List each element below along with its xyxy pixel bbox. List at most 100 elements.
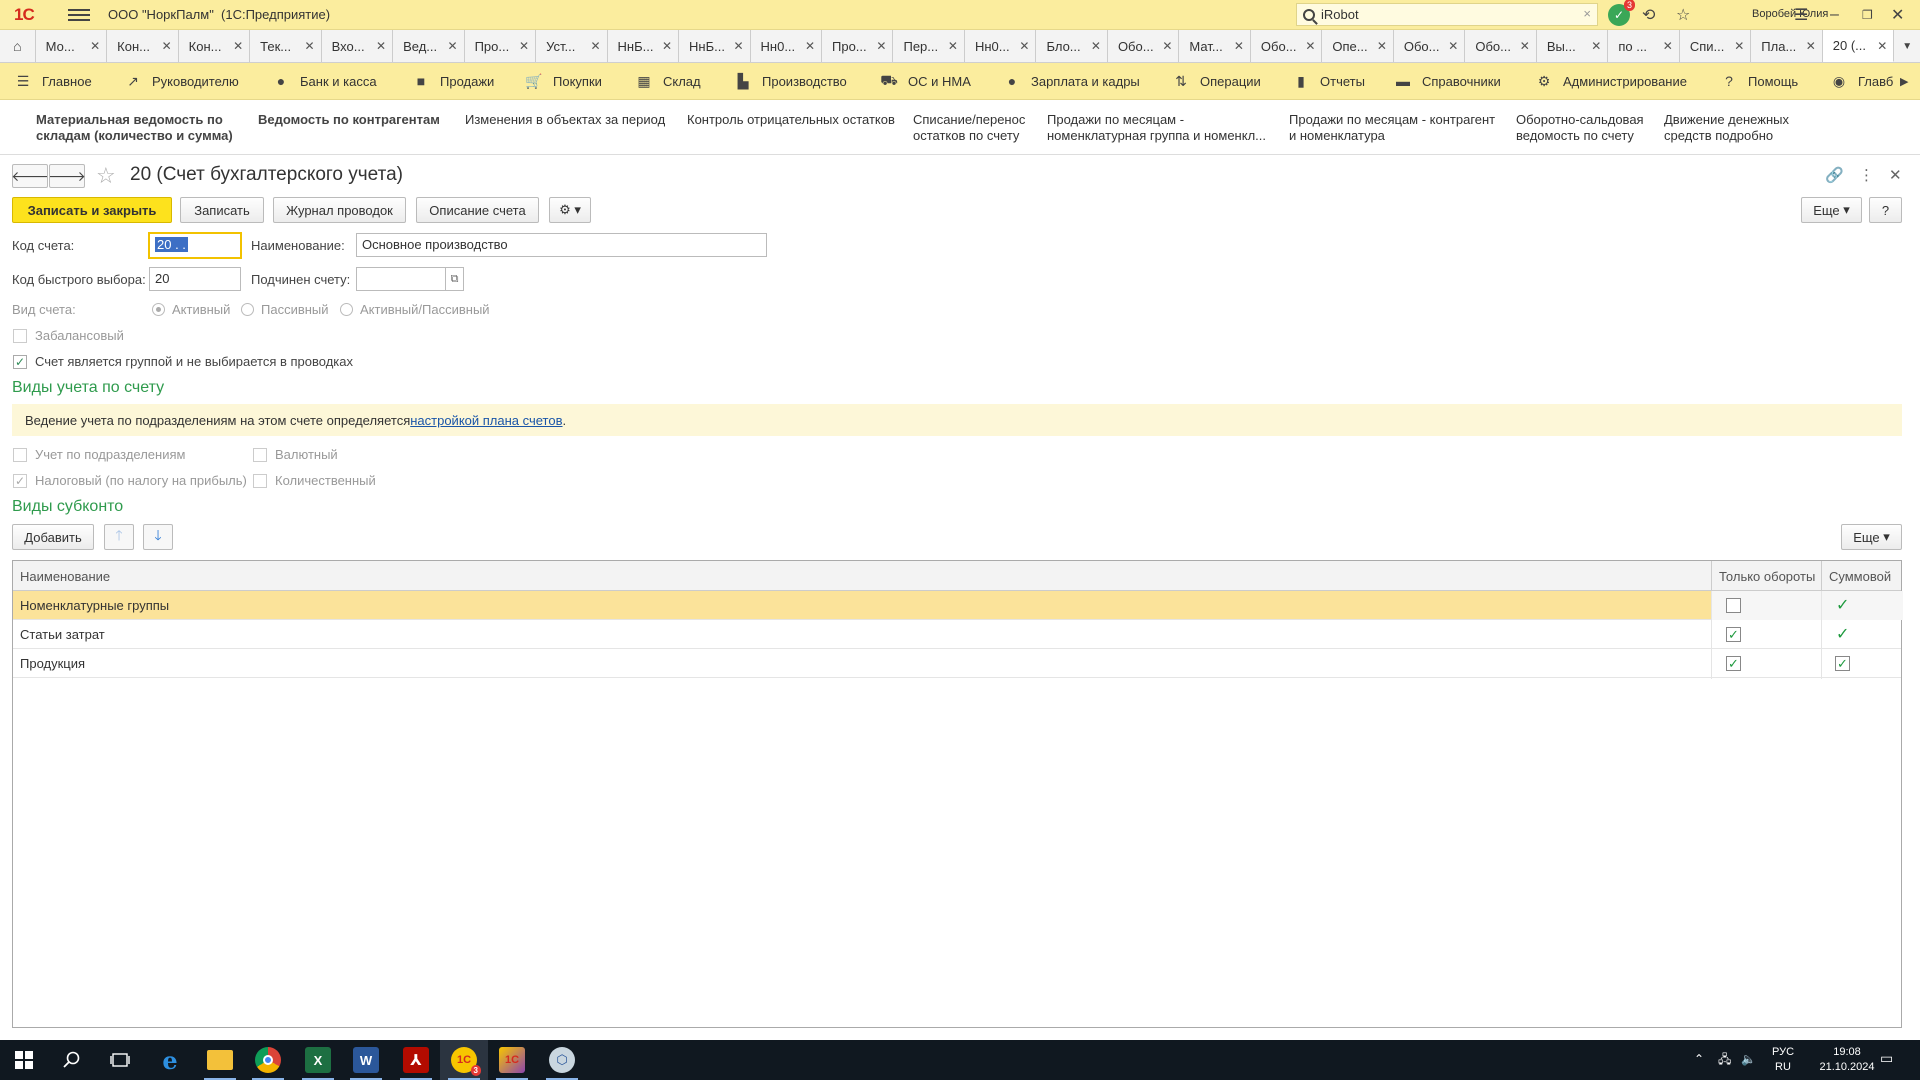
chart-settings-link[interactable]: настройкой плана счетов — [410, 413, 562, 428]
add-button[interactable]: Добавить — [12, 524, 94, 550]
section-gear[interactable]: ⚙ Администрирование — [1535, 73, 1687, 90]
close-tab-icon[interactable]: ✕ — [1377, 39, 1387, 53]
column-sum[interactable]: Суммовой — [1821, 561, 1903, 591]
window-tab[interactable]: Вхо... ✕ — [322, 30, 394, 62]
window-tab[interactable]: Обо... ✕ — [1394, 30, 1466, 62]
cmd-sales-nomenclature-group[interactable]: Продажи по месяцам - номенклатурная груп… — [1047, 112, 1272, 144]
close-tab-icon[interactable]: ✕ — [519, 39, 529, 53]
close-tab-icon[interactable]: ✕ — [1019, 39, 1029, 53]
currency-checkbox[interactable]: Валютный — [253, 447, 338, 462]
close-tab-icon[interactable]: ✕ — [448, 39, 458, 53]
cmd-material-statement[interactable]: Материальная ведомость по складам (колич… — [36, 112, 241, 144]
window-tab[interactable]: Про... ✕ — [465, 30, 537, 62]
close-tab-icon[interactable]: ✕ — [1877, 39, 1887, 53]
close-tab-icon[interactable]: ✕ — [1806, 39, 1816, 53]
section-trend[interactable]: ↗ Руководителю — [124, 73, 239, 90]
radio-active[interactable]: Активный — [152, 302, 230, 317]
close-tab-icon[interactable]: ✕ — [805, 39, 815, 53]
close-tab-icon[interactable]: ✕ — [1734, 39, 1744, 53]
window-tab[interactable]: Вы... ✕ — [1537, 30, 1609, 62]
window-tab[interactable]: Опе... ✕ — [1322, 30, 1394, 62]
section-ops[interactable]: ⇅ Операции — [1172, 73, 1261, 90]
window-tab[interactable]: Пла... ✕ — [1751, 30, 1823, 62]
forward-button[interactable]: 🡒 — [48, 164, 86, 188]
section-coin[interactable]: ● Банк и касса — [272, 73, 377, 89]
tray-chevron-icon[interactable]: ⌃ — [1694, 1052, 1704, 1067]
move-down-icon[interactable]: 🡓 — [143, 524, 173, 550]
close-tab-icon[interactable]: ✕ — [1591, 39, 1601, 53]
window-tab[interactable]: Вед... ✕ — [393, 30, 465, 62]
chrome-icon[interactable] — [244, 1040, 292, 1080]
close-tab-icon[interactable]: ✕ — [1448, 39, 1458, 53]
table-row[interactable]: Продукция ✓ ✓ — [13, 649, 1901, 678]
window-tab[interactable]: Кон... ✕ — [179, 30, 251, 62]
cmd-object-changes[interactable]: Изменения в объектах за период — [465, 112, 665, 128]
is-group-checkbox[interactable]: ✓ Счет является группой и не выбирается в… — [13, 354, 353, 369]
close-form-icon[interactable]: ✕ — [1889, 166, 1902, 184]
quick-code-field[interactable]: 20 — [149, 267, 241, 291]
close-window-icon[interactable]: ✕ — [1891, 4, 1904, 26]
favorite-star-icon[interactable]: ☆ — [96, 163, 116, 189]
close-tab-icon[interactable]: ✕ — [590, 39, 600, 53]
cmd-negative-balance[interactable]: Контроль отрицательных остатков — [687, 112, 895, 128]
cmd-writeoff-balance[interactable]: Списание/перенос остатков по счету — [913, 112, 1033, 144]
language-indicator[interactable]: РУС RU — [1768, 1045, 1798, 1075]
sections-scroll-icon[interactable]: ▶ — [1900, 75, 1908, 88]
acrobat-icon[interactable]: ⅄ — [392, 1040, 440, 1080]
more-button[interactable]: Еще ▾ — [1801, 197, 1862, 223]
history-icon[interactable]: ⟲ — [1642, 4, 1655, 26]
section-bar-chart[interactable]: ▮ Отчеты — [1292, 73, 1365, 90]
cmd-cash-flow[interactable]: Движение денежных средств подробно — [1664, 112, 1804, 144]
save-button[interactable]: Записать — [180, 197, 264, 223]
sum-checkmark-icon[interactable]: ✓ — [1836, 595, 1849, 615]
window-tab[interactable]: Кон... ✕ — [107, 30, 179, 62]
window-tab[interactable]: НнБ... ✕ — [608, 30, 680, 62]
restore-icon[interactable]: ❐ — [1862, 4, 1873, 26]
taskbar-search-icon[interactable] — [48, 1040, 96, 1080]
journal-button[interactable]: Журнал проводок — [273, 197, 406, 223]
notifications-button[interactable]: ✓ 3 — [1608, 0, 1635, 26]
close-tab-icon[interactable]: ✕ — [948, 39, 958, 53]
start-button[interactable] — [0, 1040, 48, 1080]
help-button[interactable]: ? — [1869, 197, 1902, 223]
turnover-only-checkbox[interactable]: ✓ — [1726, 656, 1741, 671]
file-explorer-icon[interactable] — [196, 1040, 244, 1080]
edge-icon[interactable]: e — [146, 1040, 194, 1080]
radio-active-passive[interactable]: Активный/Пассивный — [340, 302, 490, 317]
column-name[interactable]: Наименование — [13, 561, 1711, 591]
clock[interactable]: 19:08 21.10.2024 — [1812, 1045, 1882, 1075]
tabs-overflow-icon[interactable]: ▼ — [1894, 30, 1920, 62]
section-question[interactable]: ? Помощь — [1720, 73, 1798, 89]
close-tab-icon[interactable]: ✕ — [162, 39, 172, 53]
window-tab[interactable]: Обо... ✕ — [1108, 30, 1180, 62]
window-tab[interactable]: Бло... ✕ — [1036, 30, 1108, 62]
close-tab-icon[interactable]: ✕ — [876, 39, 886, 53]
radio-passive[interactable]: Пассивный — [241, 302, 329, 317]
window-tab[interactable]: Обо... ✕ — [1465, 30, 1537, 62]
close-tab-icon[interactable]: ✕ — [376, 39, 386, 53]
section-globe[interactable]: ◉ Главб — [1830, 73, 1893, 90]
section-grid[interactable]: ▦ Склад — [635, 73, 700, 90]
column-turnover-only[interactable]: Только обороты — [1711, 561, 1821, 591]
close-tab-icon[interactable]: ✕ — [1305, 39, 1315, 53]
more-actions-icon[interactable]: ⋮ — [1859, 166, 1874, 184]
network-icon[interactable]: 🖧 — [1718, 1052, 1731, 1067]
close-tab-icon[interactable]: ✕ — [305, 39, 315, 53]
volume-icon[interactable]: 🔈 — [1741, 1052, 1756, 1067]
account-name-field[interactable]: Основное производство — [356, 233, 767, 257]
by-departments-checkbox[interactable]: Учет по подразделениям — [13, 447, 185, 462]
window-tab[interactable]: Обо... ✕ — [1251, 30, 1323, 62]
window-tab[interactable]: Мо... ✕ — [36, 30, 108, 62]
section-bag[interactable]: ■ Продажи — [412, 73, 495, 89]
window-tab[interactable]: Уст... ✕ — [536, 30, 608, 62]
back-button[interactable]: 🡐 — [11, 164, 49, 188]
minimize-icon[interactable]: – — [1830, 4, 1839, 26]
main-menu-icon[interactable] — [68, 7, 90, 23]
table-row[interactable]: Номенклатурные группы ✓ — [13, 591, 1903, 620]
section-factory[interactable]: ▙ Производство — [734, 73, 847, 90]
section-cart[interactable]: 🛒 Покупки — [525, 73, 602, 90]
search-input[interactable] — [1321, 7, 1571, 22]
task-view-icon[interactable] — [96, 1040, 144, 1080]
link-icon[interactable]: 🔗 — [1825, 166, 1844, 184]
close-tab-icon[interactable]: ✕ — [1162, 39, 1172, 53]
